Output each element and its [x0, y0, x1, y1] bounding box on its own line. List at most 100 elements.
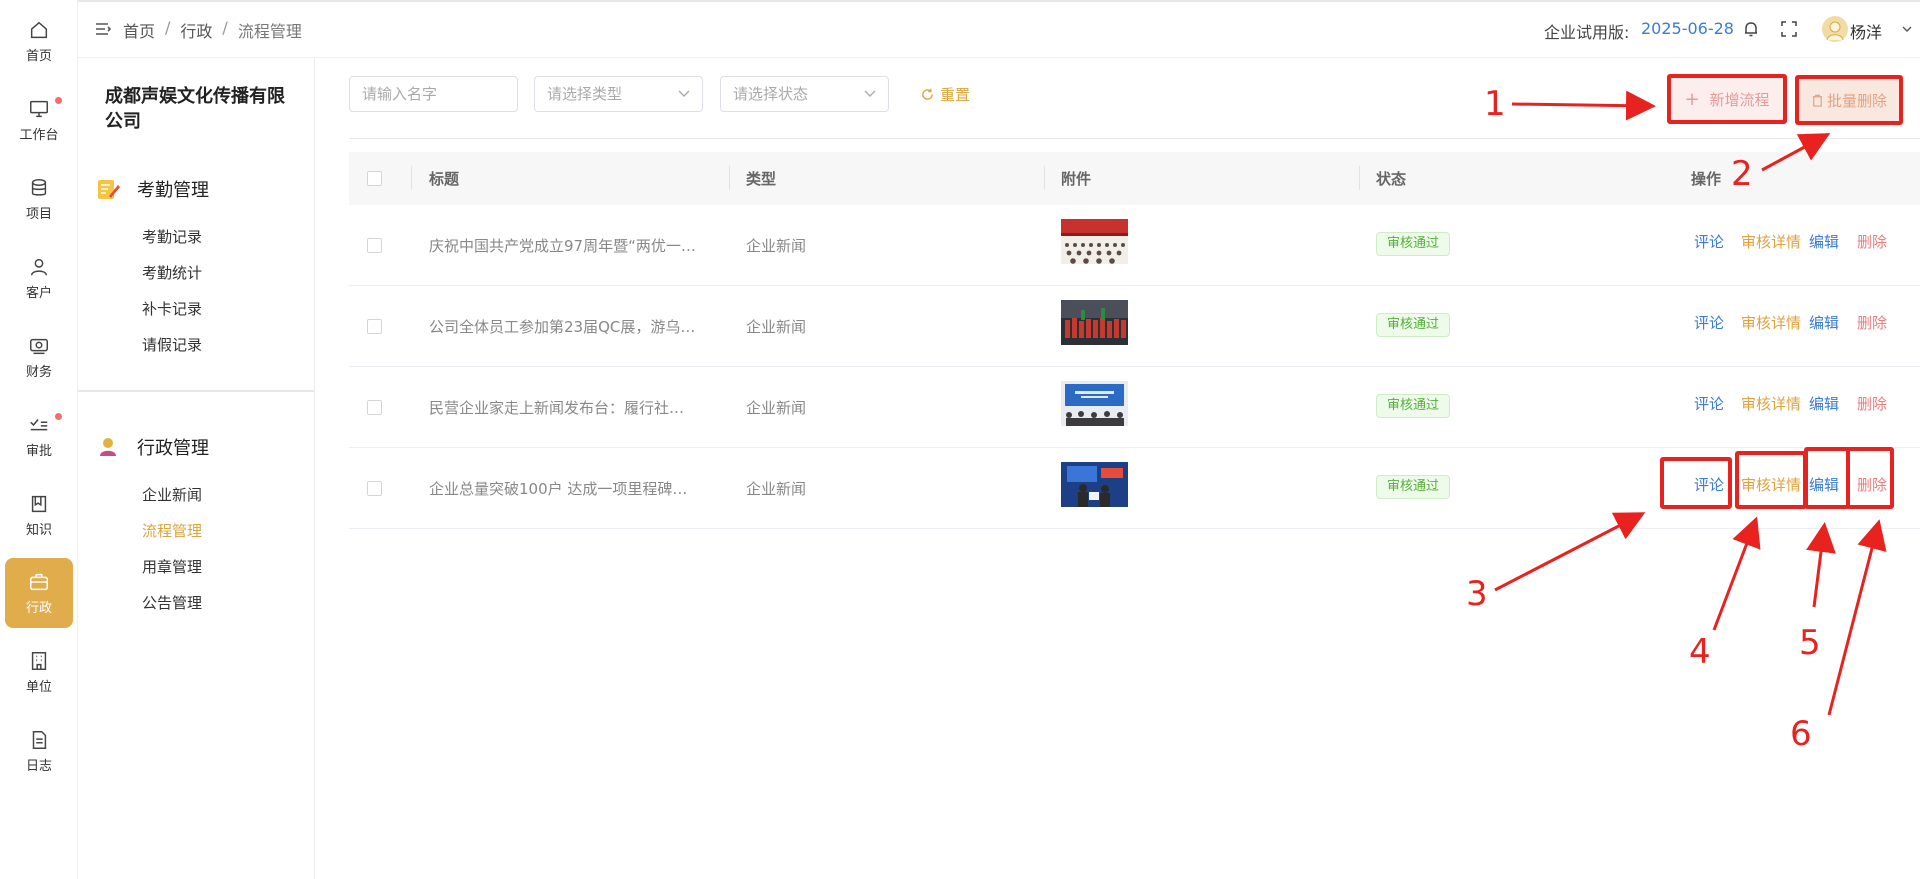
delete-link[interactable]: 删除	[1857, 231, 1887, 252]
row-checkbox[interactable]	[367, 400, 382, 415]
comment-link[interactable]: 评论	[1694, 312, 1724, 333]
rail-item-customer[interactable]: 客户	[5, 243, 73, 313]
username[interactable]: 杨洋	[1850, 19, 1882, 43]
delete-link[interactable]: 删除	[1857, 474, 1887, 495]
breadcrumb-separator: /	[222, 18, 228, 37]
comment-link[interactable]: 评论	[1694, 393, 1724, 414]
rail-item-log[interactable]: 日志	[5, 716, 73, 786]
batch-delete-button[interactable]: 批量删除	[1798, 78, 1900, 122]
building-icon	[31, 651, 47, 670]
status-select[interactable]: 请选择状态	[720, 76, 889, 112]
company-name: 成都声娱文化传播有限公司	[105, 86, 285, 132]
fullscreen-icon[interactable]	[1781, 21, 1797, 37]
row-title[interactable]: 公司全体员工参加第23届QC展，游乌…	[429, 316, 714, 337]
sidebar-item-attendance-stats[interactable]: 考勤统计	[142, 262, 202, 283]
table-row: 公司全体员工参加第23届QC展，游乌… 企业新闻 审核通过 评论 审核详情 编辑…	[349, 286, 1920, 367]
plus-icon: +	[1684, 88, 1700, 110]
rail-item-admin[interactable]: 行政	[5, 558, 73, 628]
notification-badge	[55, 413, 62, 420]
sidebar-item-company-news[interactable]: 企业新闻	[142, 484, 202, 505]
reset-label: 重置	[940, 86, 971, 104]
column-header-type[interactable]: 类型	[746, 168, 776, 189]
user-icon	[30, 258, 48, 275]
home-icon	[30, 21, 48, 38]
rail-item-label: 行政	[25, 600, 52, 616]
select-all-checkbox[interactable]	[367, 171, 382, 186]
rail-item-project[interactable]: 项目	[5, 164, 73, 234]
group-administration[interactable]: 行政管理	[95, 434, 209, 460]
rail-item-knowledge[interactable]: 知识	[5, 480, 73, 550]
add-process-label: 新增流程	[1709, 90, 1770, 109]
rail-item-approval[interactable]: 审批	[5, 401, 73, 471]
attachment-thumbnail[interactable]	[1061, 462, 1128, 507]
row-title[interactable]: 民营企业家走上新闻发布台：履行社…	[429, 397, 714, 418]
monitor-icon	[30, 100, 48, 117]
breadcrumb-home[interactable]: 首页	[123, 18, 155, 42]
column-header-status[interactable]: 状态	[1376, 168, 1406, 189]
type-select[interactable]: 请选择类型	[534, 76, 703, 112]
edit-link[interactable]: 编辑	[1809, 312, 1839, 333]
annotation-number: 2	[1731, 154, 1753, 194]
rail-item-home[interactable]: 首页	[5, 6, 73, 76]
rail-item-label: 审批	[25, 443, 52, 459]
admin-icon	[100, 438, 116, 456]
breadcrumb-admin[interactable]: 行政	[180, 18, 212, 42]
attendance-icon	[98, 180, 120, 199]
comment-link[interactable]: 评论	[1694, 231, 1724, 252]
delete-link[interactable]: 删除	[1857, 393, 1887, 414]
avatar-face-icon	[1826, 21, 1844, 41]
chevron-down-icon[interactable]	[1902, 25, 1912, 33]
review-detail-link[interactable]: 审核详情	[1741, 474, 1801, 495]
rail-item-unit[interactable]: 单位	[5, 637, 73, 707]
delete-link[interactable]: 删除	[1857, 312, 1887, 333]
row-checkbox[interactable]	[367, 238, 382, 253]
attachment-thumbnail[interactable]	[1061, 219, 1128, 264]
row-checkbox[interactable]	[367, 481, 382, 496]
rail-item-label: 工作台	[19, 127, 59, 143]
review-detail-link[interactable]: 审核详情	[1741, 231, 1801, 252]
reset-button[interactable]: 重置	[921, 84, 970, 105]
sidebar-item-notice-management[interactable]: 公告管理	[142, 592, 202, 613]
review-detail-link[interactable]: 审核详情	[1741, 393, 1801, 414]
bell-icon[interactable]	[1742, 20, 1760, 38]
chevron-down-icon	[864, 90, 876, 97]
document-icon	[32, 730, 47, 749]
edit-link[interactable]: 编辑	[1809, 231, 1839, 252]
group-attendance[interactable]: 考勤管理	[95, 176, 209, 202]
add-process-button[interactable]: + 新增流程	[1670, 76, 1784, 122]
row-type: 企业新闻	[746, 318, 807, 336]
briefcase-icon	[30, 573, 48, 590]
column-header-title[interactable]: 标题	[429, 168, 459, 189]
type-select-placeholder: 请选择类型	[547, 85, 623, 103]
breadcrumb: 首页 / 行政 / 流程管理	[123, 18, 312, 42]
rail-item-label: 日志	[25, 758, 52, 774]
edit-link[interactable]: 编辑	[1809, 474, 1839, 495]
row-title[interactable]: 庆祝中国共产党成立97周年暨“两优一…	[429, 235, 714, 256]
sidebar-item-process-management[interactable]: 流程管理	[142, 520, 202, 541]
sidebar-item-attendance-records[interactable]: 考勤记录	[142, 226, 202, 247]
icon-rail: 首页 工作台 项目 客户 财务 审批 知识 行政 单位 日志	[0, 0, 78, 879]
column-divider	[411, 166, 412, 190]
rail-item-label: 知识	[25, 522, 52, 538]
rail-item-label: 客户	[25, 285, 52, 301]
edit-link[interactable]: 编辑	[1809, 393, 1839, 414]
review-detail-link[interactable]: 审核详情	[1741, 312, 1801, 333]
attachment-thumbnail[interactable]	[1061, 300, 1128, 345]
sidebar-item-leave-records[interactable]: 请假记录	[142, 334, 202, 355]
row-checkbox[interactable]	[367, 319, 382, 334]
sidebar-item-makeup-records[interactable]: 补卡记录	[142, 298, 202, 319]
breadcrumb-current: 流程管理	[237, 22, 302, 41]
attachment-thumbnail[interactable]	[1061, 381, 1128, 426]
secondary-sidebar: 成都声娱文化传播有限公司 考勤管理 考勤记录 考勤统计 补卡记录 请假记录 行政…	[78, 58, 315, 879]
rail-item-workbench[interactable]: 工作台	[5, 85, 73, 155]
rail-item-finance[interactable]: 财务	[5, 322, 73, 392]
name-search-input[interactable]: 请输入名字	[349, 76, 518, 112]
avatar[interactable]	[1822, 16, 1848, 42]
column-header-attachment[interactable]: 附件	[1061, 168, 1091, 189]
menu-toggle-icon[interactable]	[94, 20, 112, 38]
comment-link[interactable]: 评论	[1694, 474, 1724, 495]
annotation-number: 6	[1790, 714, 1812, 754]
sidebar-item-seal-management[interactable]: 用章管理	[142, 556, 202, 577]
refresh-icon	[922, 88, 933, 100]
row-title[interactable]: 企业总量突破100户 达成一项里程碑…	[429, 478, 714, 499]
